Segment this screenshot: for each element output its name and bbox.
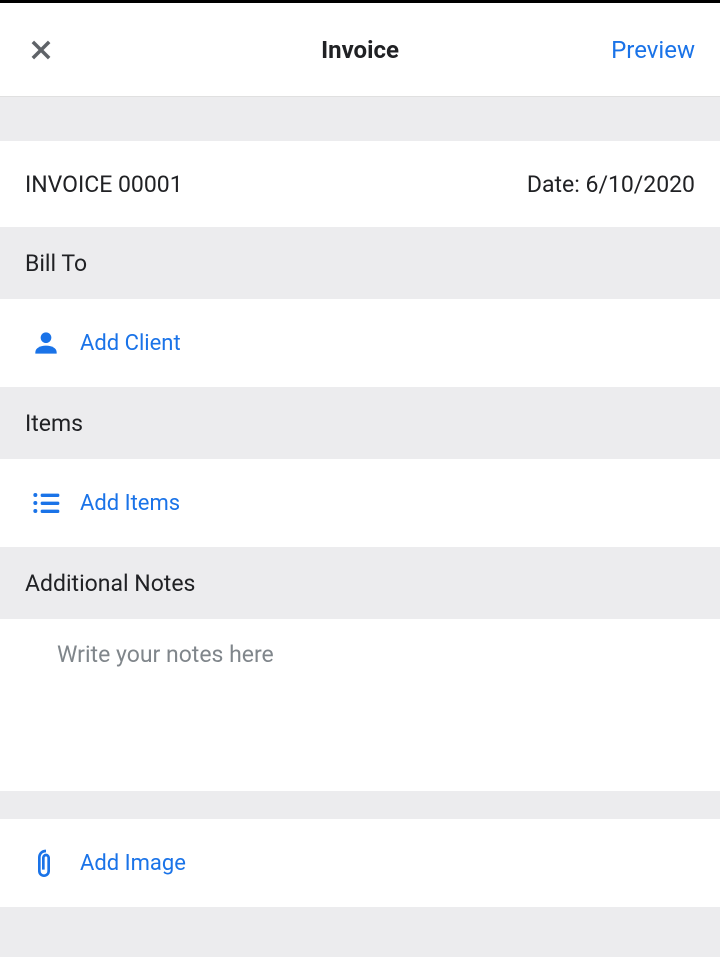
invoice-info-row: INVOICE 00001 Date: 6/10/2020	[0, 141, 720, 227]
notes-header: Additional Notes	[0, 547, 720, 619]
items-header: Items	[0, 387, 720, 459]
invoice-date: Date: 6/10/2020	[527, 171, 695, 198]
header-bar: Invoice Preview	[0, 3, 720, 97]
notes-area	[0, 619, 720, 791]
list-icon	[28, 485, 64, 521]
add-client-label: Add Client	[80, 331, 181, 356]
close-icon[interactable]	[25, 34, 57, 66]
notes-label: Additional Notes	[25, 570, 195, 597]
spacer	[0, 97, 720, 141]
bottom-spacer	[0, 907, 720, 957]
invoice-number: INVOICE 00001	[25, 171, 183, 198]
bill-to-label: Bill To	[25, 250, 87, 277]
items-label: Items	[25, 410, 83, 437]
add-image-label: Add Image	[80, 851, 186, 876]
divider	[0, 791, 720, 819]
notes-input[interactable]	[25, 641, 695, 791]
bill-to-header: Bill To	[0, 227, 720, 299]
add-image-button[interactable]: Add Image	[0, 819, 720, 907]
person-icon	[28, 325, 64, 361]
paperclip-icon	[28, 845, 64, 881]
page-title: Invoice	[321, 36, 399, 64]
add-items-label: Add Items	[80, 491, 180, 516]
add-client-button[interactable]: Add Client	[0, 299, 720, 387]
add-items-button[interactable]: Add Items	[0, 459, 720, 547]
preview-button[interactable]: Preview	[611, 36, 695, 64]
